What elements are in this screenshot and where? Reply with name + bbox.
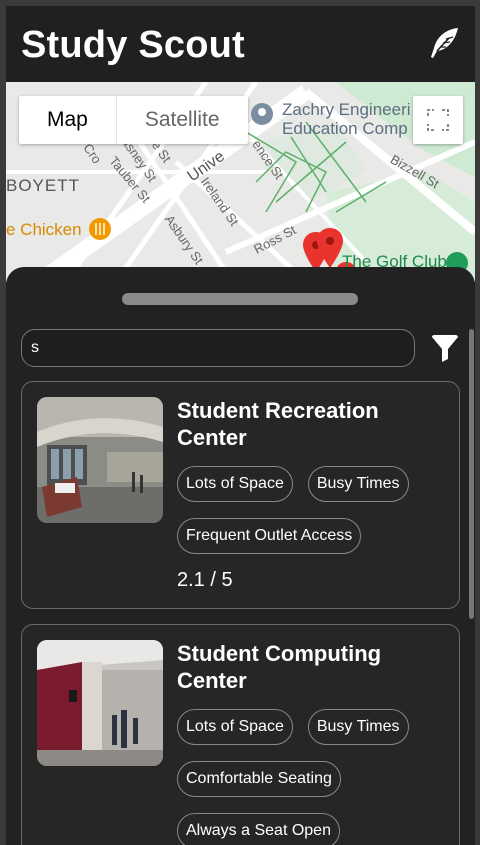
map-label-chicken: e Chicken (6, 220, 82, 239)
location-title: Student Recreation Center (177, 398, 379, 450)
tag-chip: Busy Times (307, 709, 409, 745)
fullscreen-button[interactable] (413, 96, 463, 144)
tag-chip: Lots of Space (177, 466, 293, 502)
sheet-drag-handle[interactable] (122, 293, 358, 305)
app-title: Study Scout (21, 24, 245, 66)
map-type-map-button[interactable]: Map (19, 96, 117, 144)
tag-list: Lots of Space Busy Times Comfortable Sea… (177, 709, 447, 845)
location-rating: 2.1 / 5 (177, 569, 233, 591)
tag-chip: Always a Seat Open (177, 813, 340, 845)
fullscreen-icon (427, 109, 449, 131)
map-label-engineering-2: Education Comp (282, 119, 408, 138)
bottom-sheet: s Student Recreation Center Lots of Spac… (6, 267, 475, 845)
map-view[interactable]: Zachry Engineeri Education Comp BOYETT e… (6, 82, 475, 282)
tag-list: Lots of Space Busy Times Frequent Outlet… (177, 466, 447, 554)
location-photo (37, 640, 163, 766)
app-header: Study Scout (6, 6, 475, 82)
tag-chip: Comfortable Seating (177, 761, 341, 797)
location-title: Student Computing Center (177, 641, 382, 693)
map-label-engineering: Zachry Engineeri (282, 100, 411, 119)
map-label-boyett: BOYETT (6, 176, 81, 195)
map-type-satellite-button[interactable]: Satellite (117, 96, 248, 144)
tag-chip: Lots of Space (177, 709, 293, 745)
location-card[interactable]: Student Recreation Center Lots of Space … (21, 381, 460, 609)
tag-chip: Busy Times (307, 466, 409, 502)
location-photo (37, 397, 163, 523)
filter-icon[interactable] (430, 333, 460, 363)
map-type-toggle: Map Satellite (19, 96, 248, 144)
scrollbar[interactable] (469, 329, 474, 619)
location-card[interactable]: Student Computing Center Lots of Space B… (21, 624, 460, 845)
quill-icon[interactable] (427, 26, 461, 60)
app-frame: Study Scout Zachry Engineeri Education C… (6, 6, 475, 845)
search-input[interactable]: s (21, 329, 415, 367)
tag-chip: Frequent Outlet Access (177, 518, 362, 554)
